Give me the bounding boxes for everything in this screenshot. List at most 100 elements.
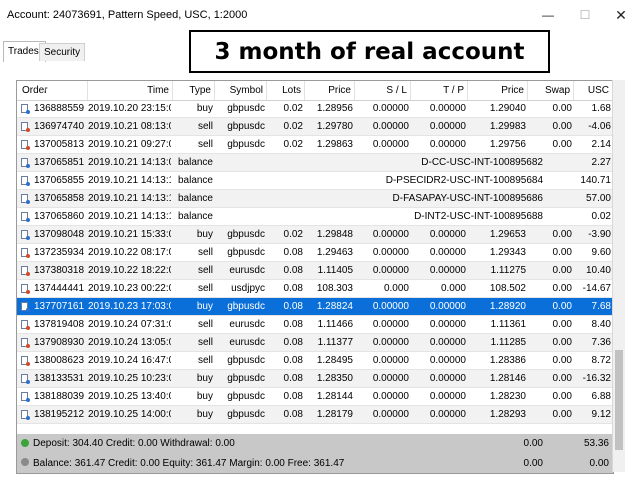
sell-order-icon [21,284,30,294]
cell-tp: 0.00000 [429,247,466,258]
cell-order: 137065858 [34,193,85,204]
cell-type: balance [177,211,213,222]
close-button[interactable]: ✕ [606,4,636,26]
cell-order: 137908930 [34,337,85,348]
buy-order-icon [21,212,30,222]
column-header-price[interactable]: Price [305,81,355,100]
table-row[interactable]: 137235934 2019.10.22 08:17:04 sell gbpusdc 0… [17,244,613,262]
cell-price: 1.28350 [316,373,353,384]
cell-sl: 0.00000 [372,121,409,132]
table-row[interactable]: 137065851 2019.10.21 14:13:09 balance 2.27 D… [17,154,613,172]
vertical-scrollbar[interactable] [612,80,625,472]
cell-comment: D-PSECIDR2-USC-INT-100895684 [385,175,543,186]
column-header-swap[interactable]: Swap [528,81,574,100]
table-row[interactable]: 137380318 2019.10.22 18:22:01 sell eurusdc 0… [17,262,613,280]
column-header-usc[interactable]: USC [574,81,613,100]
table-row[interactable]: 138008623 2019.10.24 16:47:01 sell gbpusdc 0… [17,352,613,370]
table-row[interactable]: 137098048 2019.10.21 15:33:03 buy gbpusdc 0.… [17,226,613,244]
column-header-order[interactable]: Order / [17,81,88,100]
cell-type: buy [196,391,213,402]
scrollbar-thumb[interactable] [615,350,623,450]
buy-order-icon [21,158,30,168]
cell-usc: 10.40 [585,265,611,276]
buy-order-icon [21,410,30,420]
table-row[interactable]: 137444441 2019.10.23 00:22:03 sell usdjpyc 0… [17,280,613,298]
cell-type: sell [197,355,213,366]
column-header-type[interactable]: Type [173,81,215,100]
cell-sl: 0.00000 [372,301,409,312]
cell-time: 2019.10.25 10:23:00 [88,373,171,384]
cell-comment: D-CC-USC-INT-100895682 [421,157,543,168]
table-row[interactable]: 138188039 2019.10.25 13:40:00 buy gbpusdc 0.… [17,388,613,406]
cell-tp: 0.00000 [429,319,466,330]
table-row[interactable]: 138195212 2019.10.25 14:00:01 buy gbpusdc 0.… [17,406,613,424]
deposit-swap: 0.00 [523,438,543,449]
title-bar: Account: 24073691, Pattern Speed, USC, 1… [0,0,640,30]
cell-price: 1.28144 [316,391,353,402]
cell-type: buy [196,409,213,420]
cell-sl: 0.00000 [372,139,409,150]
cell-time: 2019.10.24 13:05:02 [88,337,171,348]
table-row[interactable]: 137819408 2019.10.24 07:31:01 sell eurusdc 0… [17,316,613,334]
window-title: Account: 24073691, Pattern Speed, USC, 1… [7,9,248,21]
cell-price2: 1.11285 [490,337,526,348]
cell-type: balance [177,157,213,168]
table-row[interactable]: 136888559 2019.10.20 23:15:00 buy gbpusdc 0.… [17,100,613,118]
cell-type: sell [197,139,213,150]
minimize-button[interactable]: — [533,4,563,26]
table-row[interactable]: 137707161 2019.10.23 17:03:01 buy gbpusdc 0.… [17,298,613,316]
column-header-lots[interactable]: Lots [267,81,305,100]
cell-tp: 0.00000 [429,265,466,276]
cell-symbol: gbpusdc [227,103,265,114]
cell-sl: 0.00000 [372,391,409,402]
cell-tp: 0.00000 [429,391,466,402]
cell-lots: 0.08 [283,355,303,366]
tab-security[interactable]: Security [39,43,86,61]
table-row[interactable]: 137005813 2019.10.21 09:27:00 sell gbpusdc 0… [17,136,613,154]
annotation-banner: 3 month of real account [189,30,550,73]
cell-price: 1.28824 [316,301,353,312]
cell-lots: 0.08 [283,319,303,330]
cell-lots: 0.08 [283,265,303,276]
table-row[interactable]: 137065855 2019.10.21 14:13:10 balance 140.7… [17,172,613,190]
cell-time: 2019.10.21 15:33:03 [88,229,171,240]
column-header-tp[interactable]: T / P [411,81,468,100]
cell-symbol: gbpusdc [227,139,265,150]
cell-type: sell [197,319,213,330]
sell-order-icon [21,266,30,276]
table-row[interactable]: 136974740 2019.10.21 08:13:01 sell gbpusdc 0… [17,118,613,136]
cell-sl: 0.00000 [372,373,409,384]
cell-usc: 57.00 [585,193,611,204]
buy-order-icon [21,194,30,204]
table-row[interactable]: 137908930 2019.10.24 13:05:02 sell eurusdc 0… [17,334,613,352]
cell-usc: -3.90 [588,229,611,240]
cell-order: 137819408 [34,319,85,330]
cell-order: 137065860 [34,211,85,222]
cell-usc: 2.27 [591,157,611,168]
balance-summary-row: Balance: 361.47 Credit: 0.00 Equity: 361… [17,453,613,473]
table-row[interactable]: 138133531 2019.10.25 10:23:00 buy gbpusdc 0.… [17,370,613,388]
maximize-button[interactable]: ☐ [570,4,600,26]
cell-swap: 0.00 [552,103,572,114]
table-row[interactable]: 137065860 2019.10.21 14:13:11 balance 0.02 D… [17,208,613,226]
cell-price2: 1.28386 [489,355,526,366]
cell-swap: 0.00 [552,139,572,150]
cell-price: 1.11466 [317,319,353,330]
column-header-time[interactable]: Time [88,81,173,100]
sort-indicator-icon: / [44,86,47,95]
cell-swap: 0.00 [552,283,572,294]
table-row[interactable]: 137065858 2019.10.21 14:13:10 balance 57.00… [17,190,613,208]
column-header-sl[interactable]: S / L [355,81,411,100]
cell-symbol: gbpusdc [227,229,265,240]
cell-price: 1.29848 [316,229,353,240]
cell-order: 138133531 [34,373,85,384]
sell-order-icon [21,140,30,150]
cell-symbol: usdjpyc [231,283,265,294]
cell-usc: 1.68 [591,103,611,114]
cell-usc: -4.06 [588,121,611,132]
column-header-price2[interactable]: Price [468,81,528,100]
column-header-symbol[interactable]: Symbol [215,81,267,100]
cell-price2: 1.28920 [489,301,526,312]
cell-swap: 0.00 [552,373,572,384]
cell-time: 2019.10.22 18:22:01 [88,265,171,276]
